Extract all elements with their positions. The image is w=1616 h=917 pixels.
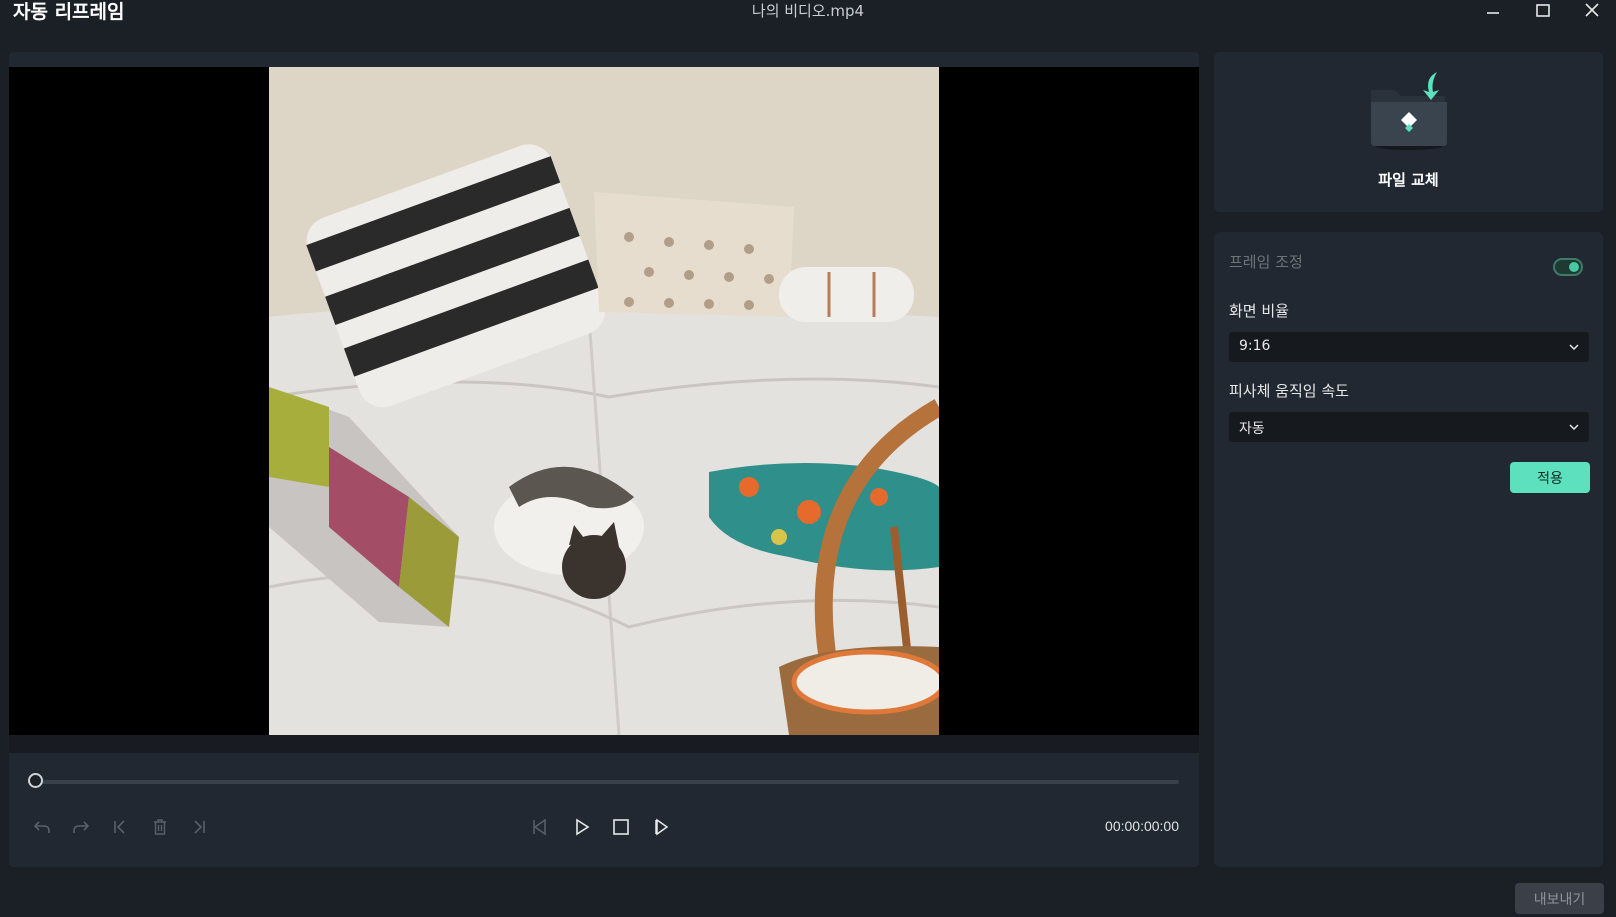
play-button[interactable]: [568, 813, 596, 841]
close-icon: [1585, 3, 1599, 17]
preview-panel: 00:00:00:00: [9, 52, 1199, 867]
undo-icon: [33, 821, 50, 833]
playback-controls: 00:00:00:00: [9, 753, 1199, 867]
timecode: 00:00:00:00: [1105, 818, 1179, 834]
mark-out-button[interactable]: [185, 813, 213, 841]
aspect-ratio-label: 화면 비율: [1229, 302, 1289, 320]
frame-adjust-label: 프레임 조정: [1229, 253, 1303, 271]
replace-file-label: 파일 교체: [1378, 171, 1439, 189]
reframe-settings-panel: 프레임 조정 화면 비율 9:16 피사체 움직임 속도 자동 적용: [1214, 232, 1603, 867]
video-still-image: [269, 67, 939, 735]
redo-icon: [73, 821, 90, 833]
play-icon: [576, 818, 590, 836]
prev-frame-icon: [533, 818, 546, 836]
delete-button[interactable]: [146, 813, 174, 841]
replace-file-panel[interactable]: 파일 교체: [1214, 52, 1603, 212]
chevron-down-icon: [1569, 344, 1579, 351]
export-button[interactable]: 내보내기: [1515, 883, 1604, 914]
video-frame: [269, 67, 939, 735]
toggle-knob: [1569, 262, 1579, 272]
aspect-ratio-value: 9:16: [1239, 338, 1271, 354]
mark-in-icon: [114, 820, 125, 834]
motion-speed-value: 자동: [1239, 421, 1265, 437]
motion-speed-select[interactable]: 자동: [1229, 412, 1589, 442]
mark-in-button[interactable]: [106, 813, 134, 841]
stop-button[interactable]: [607, 813, 635, 841]
mark-out-icon: [194, 820, 205, 834]
next-frame-button[interactable]: [648, 813, 676, 841]
aspect-ratio-select[interactable]: 9:16: [1229, 332, 1589, 362]
seek-bar[interactable]: [37, 780, 1179, 784]
chevron-down-icon: [1569, 424, 1579, 431]
apply-button[interactable]: 적용: [1510, 462, 1590, 493]
replace-file-folder-icon[interactable]: [1369, 68, 1449, 150]
undo-button[interactable]: [28, 813, 56, 841]
title-bar: 자동 리프레임 나의 비디오.mp4: [0, 0, 1616, 36]
next-frame-icon: [655, 818, 669, 836]
seek-thumb[interactable]: [28, 773, 43, 788]
frame-adjust-toggle[interactable]: [1553, 258, 1583, 276]
video-viewer[interactable]: [9, 67, 1199, 735]
minimize-icon: [1487, 12, 1499, 14]
file-title: 나의 비디오.mp4: [751, 2, 865, 20]
stop-icon: [613, 819, 629, 835]
redo-button[interactable]: [67, 813, 95, 841]
prev-frame-button[interactable]: [526, 813, 554, 841]
maximize-icon: [1536, 4, 1550, 17]
motion-speed-label: 피사체 움직임 속도: [1229, 382, 1349, 400]
maximize-button[interactable]: [1526, 0, 1560, 22]
divider: [9, 735, 1199, 753]
trash-icon: [154, 819, 166, 835]
minimize-button[interactable]: [1476, 0, 1510, 22]
close-button[interactable]: [1575, 0, 1609, 22]
